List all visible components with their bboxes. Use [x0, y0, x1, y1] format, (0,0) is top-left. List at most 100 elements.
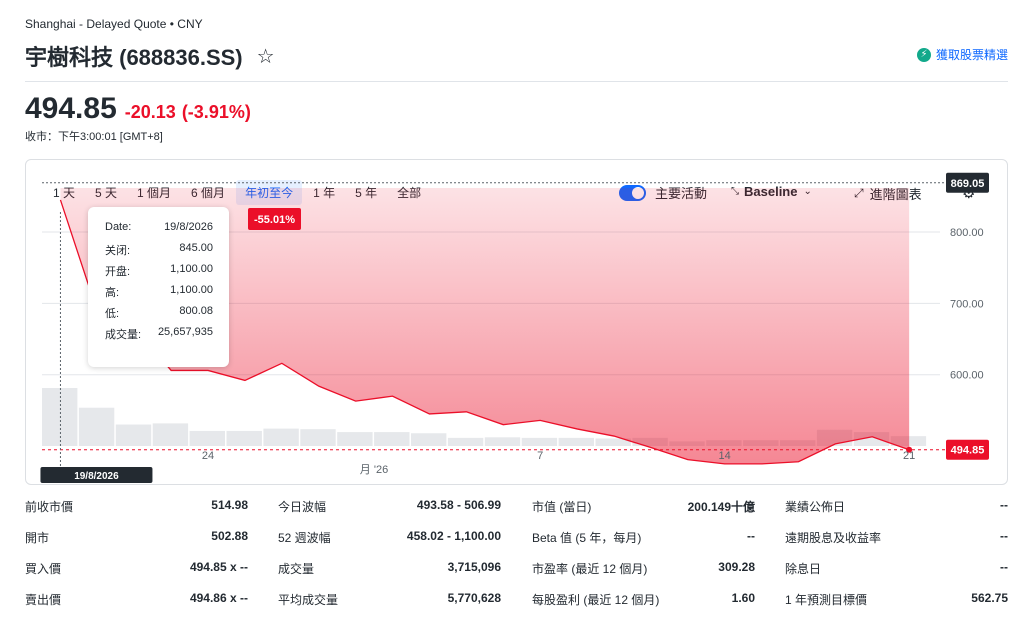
stat-row: Beta 值 (5 年，每月) -- [532, 525, 755, 556]
star-icon[interactable]: ☆ [257, 44, 275, 69]
volume-bar [152, 423, 189, 446]
current-price: 494.85 [25, 92, 117, 125]
tooltip-row: 开盘: 1,100.00 [105, 263, 213, 284]
stats-column-3: 市值 (當日) 200.149十億 Beta 值 (5 年，每月) -- 市盈率 (最近… [532, 494, 755, 618]
ytd-change-label: -55.01% [254, 214, 295, 226]
chart-tooltip: Date: 19/8/2026 关闭: 845.00 开盘: 1,100.00 高: 1,10… [88, 207, 229, 367]
tooltip-label: Date: [105, 221, 132, 233]
stat-row: 1 年預測目標價 562.75 [785, 587, 1008, 618]
exchange-label: Shanghai - Delayed Quote • CNY [25, 17, 203, 31]
stat-row: 開市 502.88 [25, 525, 248, 556]
last-price-label: 494.85 [951, 445, 985, 457]
volume-bar [300, 429, 336, 446]
stat-value: -- [1000, 498, 1008, 512]
tooltip-value: 1,100.00 [170, 284, 213, 296]
stat-label: 賣出價 [25, 593, 62, 607]
stat-value: 5,770,628 [447, 591, 501, 605]
volume-bar [558, 437, 594, 446]
stat-value: 1.60 [731, 591, 755, 605]
stats-column-1: 前收市價 514.98 開市 502.88 買入價 494.85 x -- 賣出價 494.8… [25, 494, 248, 618]
tooltip-row: 关闭: 845.00 [105, 242, 213, 263]
tooltip-label: 关闭: [105, 245, 131, 257]
stat-label: 市值 (當日) [532, 500, 592, 514]
stat-label: 前收市價 [25, 500, 74, 514]
price-change: -20.13 [124, 102, 176, 122]
stat-label: 1 年預測目標價 [785, 593, 868, 607]
tooltip-value: 845.00 [179, 242, 213, 254]
crosshair-date-label: 19/8/2026 [74, 471, 119, 482]
tooltip-label: 低: [105, 308, 120, 320]
stats-column-2: 今日波幅 493.58 - 506.99 52 週波幅 458.02 - 1,100.… [278, 494, 501, 618]
stat-row: 52 週波幅 458.02 - 1,100.00 [278, 525, 501, 556]
stat-row: 前收市價 514.98 [25, 494, 248, 525]
stat-row: 每股盈利 (最近 12 個月) 1.60 [532, 587, 755, 618]
tooltip-value: 19/8/2026 [164, 221, 213, 233]
volume-bar [115, 424, 152, 446]
stat-row: 今日波幅 493.58 - 506.99 [278, 494, 501, 525]
tooltip-value: 1,100.00 [170, 263, 213, 275]
x-tick-label: 14 [719, 450, 731, 462]
stock-picks-link[interactable]: ⚡ 獲取股票精選 [916, 46, 1008, 63]
stat-value: 200.149十億 [687, 500, 755, 514]
stat-label: Beta 值 (5 年，每月) [532, 531, 642, 545]
stat-value: 458.02 - 1,100.00 [406, 529, 501, 543]
tooltip-row: 高: 1,100.00 [105, 284, 213, 305]
volume-bar [42, 388, 78, 446]
stat-label: 平均成交量 [278, 593, 339, 607]
y-tick-label: 700.00 [950, 298, 984, 310]
baseline-value-label: 869.05 [951, 178, 985, 190]
volume-bar [263, 428, 299, 446]
title-row: 宇樹科技 (688836.SS) ☆ [25, 40, 275, 72]
stat-row: 買入價 494.85 x -- [25, 556, 248, 587]
page-title: 宇樹科技 (688836.SS) [25, 45, 243, 70]
lightning-icon: ⚡ [916, 47, 931, 62]
tooltip-row: 成交量: 25,657,935 [105, 326, 213, 347]
stat-value: 494.85 x -- [189, 560, 248, 574]
stat-label: 今日波幅 [278, 500, 327, 514]
volume-bar [484, 437, 521, 446]
tooltip-label: 开盘: [105, 266, 131, 278]
stat-row: 賣出價 494.86 x -- [25, 587, 248, 618]
stat-value: 309.28 [718, 560, 755, 574]
tooltip-value: 25,657,935 [157, 326, 213, 338]
volume-bar [521, 437, 558, 446]
stock-picks-label: 獲取股票精選 [935, 48, 1008, 62]
tooltip-row: 低: 800.08 [105, 305, 213, 326]
y-tick-label: 600.00 [950, 370, 984, 382]
month-label: 月 '26 [360, 464, 388, 476]
volume-bar [78, 407, 115, 446]
x-tick-label: 21 [903, 450, 915, 462]
stat-value: -- [747, 529, 755, 543]
stat-value: -- [1000, 529, 1008, 543]
tooltip-label: 高: [105, 287, 120, 299]
stat-label: 每股盈利 (最近 12 個月) [532, 593, 660, 607]
stat-row: 遠期股息及收益率 -- [785, 525, 1008, 556]
stat-value: 514.98 [211, 498, 248, 512]
volume-bar [226, 430, 262, 446]
stat-value: 494.86 x -- [189, 591, 248, 605]
volume-bar [411, 433, 447, 446]
stat-row: 成交量 3,715,096 [278, 556, 501, 587]
volume-bar [447, 437, 484, 446]
price-row: 494.85 -20.13 (-3.91%) [25, 92, 251, 126]
stat-label: 52 週波幅 [278, 531, 331, 545]
stat-label: 除息日 [785, 562, 822, 576]
stat-label: 成交量 [278, 562, 315, 576]
stat-row: 市盈率 (最近 12 個月) 309.28 [532, 556, 755, 587]
tooltip-label: 成交量: [105, 329, 142, 341]
stat-value: -- [1000, 560, 1008, 574]
stat-value: 3,715,096 [447, 560, 501, 574]
stat-value: 493.58 - 506.99 [416, 498, 501, 512]
stats-column-4: 業績公佈日 -- 遠期股息及收益率 -- 除息日 -- 1 年預測目標價 562.75 [785, 494, 1008, 618]
stat-label: 業績公佈日 [785, 500, 846, 514]
header-divider [25, 81, 1008, 82]
volume-bar [374, 432, 410, 446]
stat-row: 市值 (當日) 200.149十億 [532, 494, 755, 525]
y-tick-label: 800.00 [950, 227, 984, 239]
x-tick-label: 24 [202, 450, 214, 462]
stat-label: 市盈率 (最近 12 個月) [532, 562, 648, 576]
stat-row: 業績公佈日 -- [785, 494, 1008, 525]
stat-label: 買入價 [25, 562, 62, 576]
stat-value: 502.88 [211, 529, 248, 543]
stat-label: 遠期股息及收益率 [785, 531, 882, 545]
